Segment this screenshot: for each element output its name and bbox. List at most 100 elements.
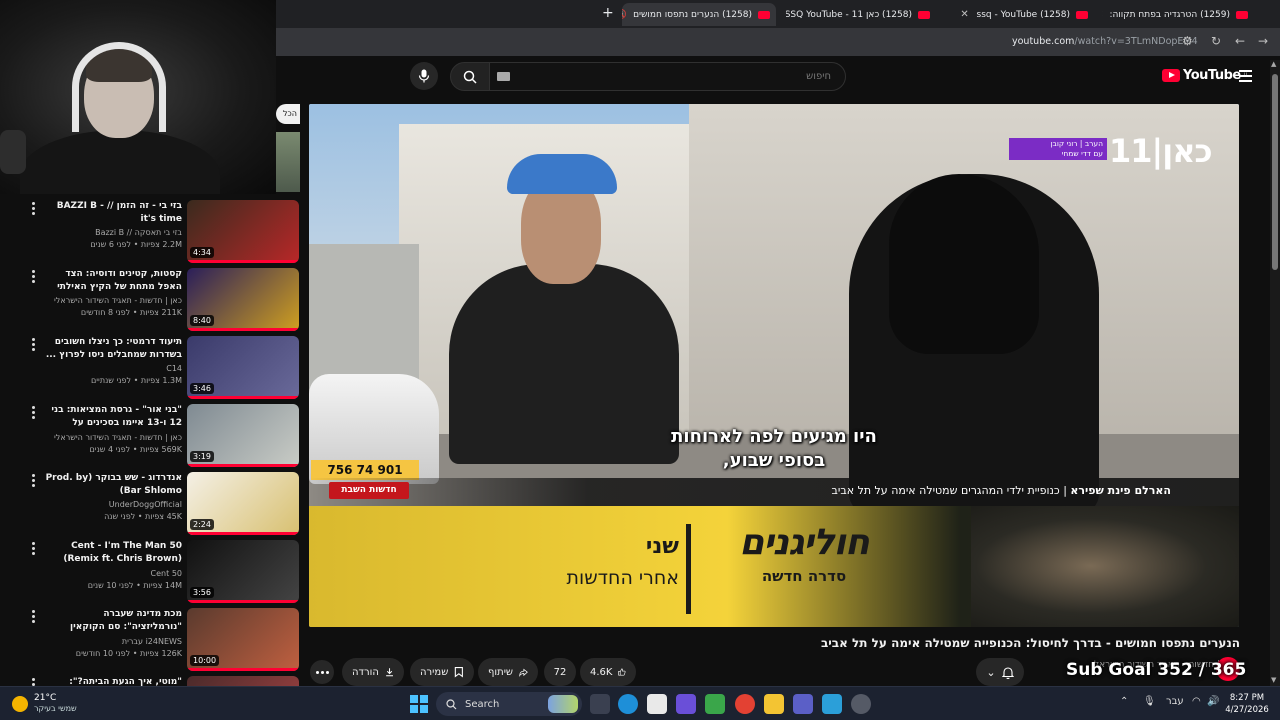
video-thumbnail[interactable]: 3:19 xyxy=(187,404,299,467)
promo-time: אחרי החדשות xyxy=(566,567,679,589)
video-meta: 126K צפיות • לפני 10 חודשים xyxy=(75,649,182,658)
news-tag: חדשות השבת xyxy=(329,482,409,499)
chrome-icon[interactable] xyxy=(735,694,755,714)
recommended-video[interactable]: 10:00 מכת מדינה שעברה "נורמליזציה": סם הק… xyxy=(0,608,300,674)
windows-start-icon[interactable] xyxy=(410,695,428,713)
search-button[interactable] xyxy=(450,62,490,91)
video-thumbnail[interactable]: 10:00 xyxy=(187,608,299,671)
lower-third-subline: כנופיית ילדי המהגרים שמטילה אימה על תל א… xyxy=(831,484,1060,497)
edge-icon[interactable] xyxy=(618,694,638,714)
more-options-icon[interactable] xyxy=(32,474,36,489)
video-person-man-cap xyxy=(507,154,617,194)
file-explorer-icon[interactable] xyxy=(764,694,784,714)
taskbar-search[interactable]: Search xyxy=(436,692,582,716)
url-host: youtube.com xyxy=(1012,36,1075,47)
more-options-icon[interactable] xyxy=(32,610,36,625)
url-field[interactable]: youtube.com/watch?v=3TLmNDopEM4 xyxy=(1012,36,1198,47)
tray-chevron-icon[interactable]: ⌃ xyxy=(1120,696,1128,707)
download-button[interactable]: הורדה xyxy=(342,658,404,686)
volume-icon[interactable]: 🔊 xyxy=(1207,696,1219,707)
voice-search-button[interactable] xyxy=(410,62,438,90)
channel-name[interactable]: C14 xyxy=(44,363,182,375)
hamburger-menu-icon[interactable] xyxy=(1239,70,1252,85)
page-scrollbar[interactable]: ▲ ▼ xyxy=(1270,60,1280,686)
store-icon[interactable] xyxy=(647,694,667,714)
app-icon[interactable] xyxy=(705,694,725,714)
browser-tab-active[interactable]: (1258) הנערים נתפסו חמושים 🔇 ✕ xyxy=(622,3,776,26)
site-settings-icon[interactable]: ⚙ xyxy=(1182,34,1193,48)
keyboard-icon[interactable] xyxy=(497,72,510,81)
video-player[interactable]: 756 74 901 הערב | רוני קובן עם דדי שמחי כ… xyxy=(309,104,1239,627)
weather-widget[interactable]: 21°C שמשי בעיקר xyxy=(12,693,77,714)
task-view-icon[interactable] xyxy=(590,694,610,714)
scroll-up-icon[interactable]: ▲ xyxy=(1271,60,1276,68)
more-options-icon[interactable] xyxy=(32,338,36,353)
search-input[interactable] xyxy=(489,62,846,91)
channel-name[interactable]: כאן | חדשות - תאגיד השידור הישראלי xyxy=(44,295,182,307)
youtube-favicon-icon xyxy=(1076,10,1088,19)
browser-tab[interactable]: (1258) ssq - YouTube ✕ xyxy=(944,3,1094,26)
recommended-video[interactable]: 3:19 "בני אור" - גרסת המציאות: בני 12 ו-1… xyxy=(0,404,300,470)
more-options-icon[interactable] xyxy=(32,202,36,217)
recommended-video[interactable]: 3:56 50 Cent - I'm The Man (Remix ft. Chr… xyxy=(0,540,300,606)
recommended-video[interactable]: 8:40 קסטות, קטינים ודוסיה: הצד האפל מתחת … xyxy=(0,268,300,334)
watch-progress-bar xyxy=(187,260,299,263)
back-icon[interactable]: ← xyxy=(1235,34,1245,48)
close-tab-icon[interactable]: ✕ xyxy=(959,9,971,20)
video-thumbnail[interactable] xyxy=(187,676,299,686)
more-options-icon[interactable] xyxy=(32,678,36,686)
system-clock[interactable]: 8:27 PM 4/27/2026 xyxy=(1222,692,1272,716)
tray-microphone-icon[interactable]: 🎙 xyxy=(1143,696,1156,707)
more-actions-button[interactable] xyxy=(310,660,334,684)
copilot-icon[interactable] xyxy=(676,694,696,714)
promo-image xyxy=(971,506,1239,627)
video-title: "מוטי, איך הגעת הביתה?": משפחות xyxy=(69,677,182,686)
microphone-icon xyxy=(418,69,430,83)
settings-icon[interactable] xyxy=(851,694,871,714)
video-person-woman-hair xyxy=(889,174,1039,354)
save-button[interactable]: שמירה xyxy=(410,658,474,686)
like-button[interactable]: 4.6K xyxy=(580,658,636,686)
channel-name[interactable]: 50 Cent xyxy=(44,568,182,580)
microphone-arm xyxy=(0,130,26,174)
video-thumbnail[interactable]: 2:24 xyxy=(187,472,299,535)
watch-progress-bar xyxy=(187,600,299,603)
comments-count[interactable]: 72 xyxy=(544,658,576,686)
channel-name[interactable]: i24NEWS עברית xyxy=(44,636,182,648)
video-thumbnail[interactable]: 8:40 xyxy=(187,268,299,331)
recommended-video[interactable]: 3:46 תיעוד דרמטי: כך ניצלו חשובים בשדרות … xyxy=(0,336,300,402)
browser-tab[interactable]: (1259) הטרגדיה בפתח תקווה: ✕ xyxy=(1102,3,1254,26)
channel-name[interactable]: בזי בי תאסקה // Bazzi B xyxy=(44,227,182,239)
app-icon[interactable] xyxy=(822,694,842,714)
channel-name[interactable]: UnderDoggOfficial xyxy=(44,499,182,511)
video-thumbnail[interactable]: 3:46 xyxy=(187,336,299,399)
video-thumbnail[interactable]: 3:56 xyxy=(187,540,299,603)
wifi-icon[interactable]: ◠ xyxy=(1192,696,1201,707)
search-icon xyxy=(446,698,457,709)
share-button[interactable]: שיתוף xyxy=(478,658,538,686)
teams-icon[interactable] xyxy=(793,694,813,714)
forward-icon[interactable]: → xyxy=(1258,34,1268,48)
close-tab-icon[interactable]: ✕ xyxy=(1102,9,1103,20)
scrollbar-thumb[interactable] xyxy=(1272,74,1278,270)
recommended-video[interactable]: 4:34 בזי בי - זה הזמן // BAZZI B - it's t… xyxy=(0,200,300,266)
new-tab-button[interactable]: + xyxy=(602,5,614,21)
video-thumbnail[interactable]: 4:34 xyxy=(187,200,299,263)
bell-icon xyxy=(1001,666,1014,679)
recommended-video[interactable]: 2:24 אנדרדוג - שש בבוקר (Prod. by Bar Shl… xyxy=(0,472,300,538)
partial-thumbnail[interactable] xyxy=(276,132,300,192)
keyboard-language[interactable]: עבר xyxy=(1166,696,1184,707)
notification-bell-button[interactable]: ⌄ xyxy=(976,658,1024,686)
scroll-down-icon[interactable]: ▼ xyxy=(1271,676,1276,684)
tab-title: (1259) הטרגדיה בפתח תקווה: xyxy=(1109,9,1230,20)
reload-icon[interactable]: ↻ xyxy=(1211,34,1221,48)
more-options-icon[interactable] xyxy=(32,406,36,421)
more-options-icon[interactable] xyxy=(32,542,36,557)
channel-name[interactable]: כאן | חדשות - תאגיד השידור הישראלי xyxy=(44,432,182,444)
recommended-video[interactable]: "מוטי, איך הגעת הביתה?": משפחות xyxy=(0,676,300,686)
youtube-logo[interactable]: YouTube IL xyxy=(1162,68,1249,83)
more-options-icon[interactable] xyxy=(32,270,36,285)
video-meta: 569K צפיות • לפני 4 שנים xyxy=(89,445,182,454)
filter-chip-all[interactable]: הכל xyxy=(276,104,300,124)
browser-tab[interactable]: (1258) כאן 11 - SSQ YouTube ✕ xyxy=(786,3,936,26)
